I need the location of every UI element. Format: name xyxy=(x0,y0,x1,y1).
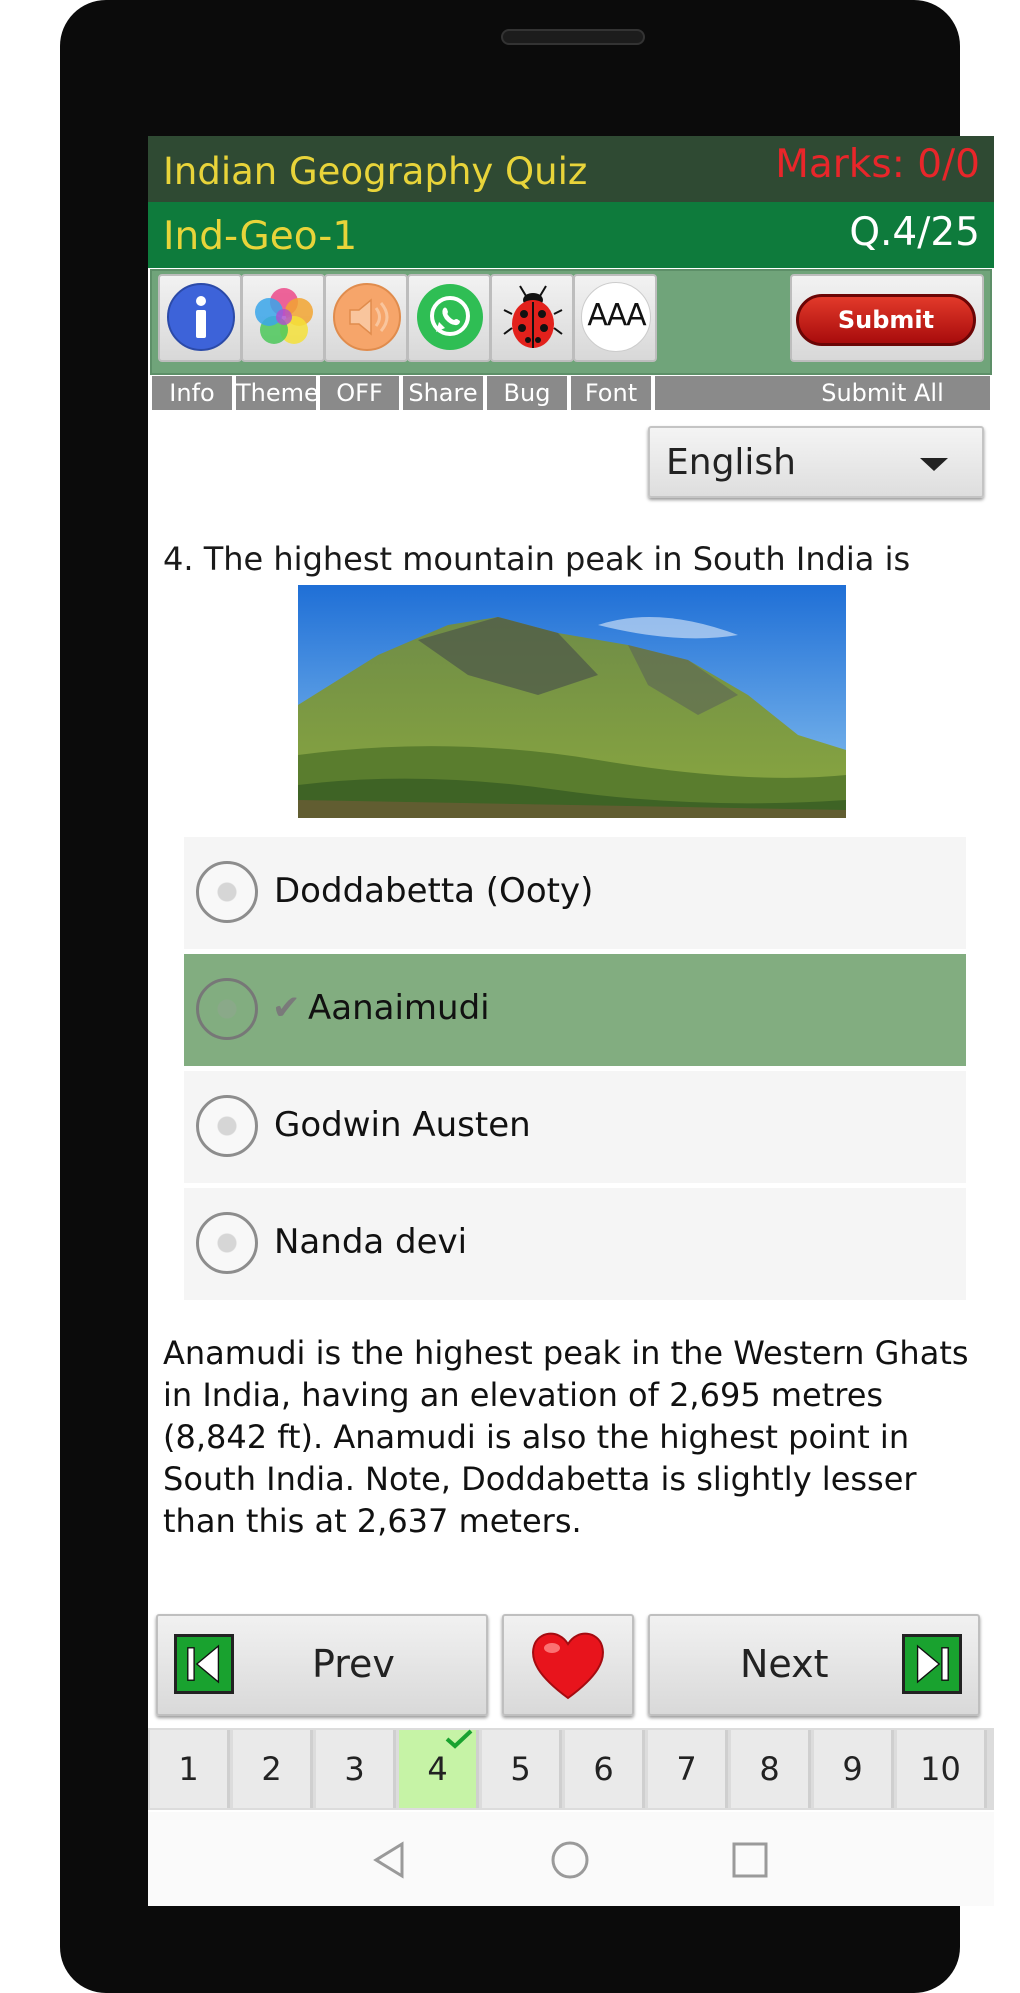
page-4-current[interactable]: 4 xyxy=(399,1729,479,1808)
radio-button[interactable] xyxy=(196,1212,258,1274)
answer-option-label: Doddabetta (Ooty) xyxy=(274,871,594,911)
prev-label: Prev xyxy=(312,1642,395,1686)
back-icon[interactable] xyxy=(370,1840,410,1880)
dropdown-caret-icon xyxy=(920,458,948,471)
page-10[interactable]: 10 xyxy=(897,1730,987,1808)
page-4-label: 4 xyxy=(427,1750,448,1788)
bug-report-button[interactable] xyxy=(490,274,574,362)
page-2[interactable]: 2 xyxy=(233,1730,313,1808)
checkmark-icon: ✔ xyxy=(272,988,301,1028)
phone-frame: Indian Geography Quiz Marks: 0/0 Ind-Geo… xyxy=(60,0,994,1993)
answer-option-2-selected[interactable]: ✔ Aanaimudi xyxy=(184,954,966,1066)
marks-counter: Marks: 0/0 xyxy=(775,142,980,187)
favorite-button[interactable] xyxy=(502,1614,634,1716)
sound-toggle-button[interactable] xyxy=(324,274,408,362)
radio-button[interactable] xyxy=(196,861,258,923)
page-5[interactable]: 5 xyxy=(482,1730,562,1808)
app-screen: Indian Geography Quiz Marks: 0/0 Ind-Geo… xyxy=(148,136,994,1906)
quiz-id: Ind-Geo-1 xyxy=(163,214,358,259)
ladybug-icon xyxy=(503,285,563,348)
answer-option-label: Nanda devi xyxy=(274,1222,468,1262)
question-text: 4. The highest mountain peak in South In… xyxy=(163,540,911,578)
home-icon[interactable] xyxy=(550,1840,590,1880)
quiz-info-bar: Ind-Geo-1 Q.4/25 xyxy=(148,202,994,268)
skip-next-icon xyxy=(902,1634,962,1694)
system-navigation-bar xyxy=(148,1812,994,1906)
answer-option-label: Godwin Austen xyxy=(274,1105,531,1145)
submit-button[interactable]: Submit xyxy=(796,294,976,346)
page-6[interactable]: 6 xyxy=(565,1730,645,1808)
share-label: Share xyxy=(403,376,483,410)
phone-speaker xyxy=(501,29,645,45)
info-button[interactable] xyxy=(158,274,242,362)
radio-button[interactable] xyxy=(196,978,258,1040)
submit-tool-cell: Submit xyxy=(790,274,984,362)
font-size-button[interactable]: AAA xyxy=(573,274,657,362)
heart-icon xyxy=(532,1632,604,1700)
info-icon xyxy=(167,283,235,351)
sound-label: OFF xyxy=(320,376,399,410)
recents-icon[interactable] xyxy=(730,1840,770,1880)
toolbar: AAA Submit xyxy=(150,269,992,375)
font-icon-text: AAA xyxy=(587,298,646,333)
answer-option-3[interactable]: Godwin Austen xyxy=(184,1071,966,1183)
question-image-mountain xyxy=(298,585,846,818)
font-size-icon: AAA xyxy=(581,282,651,352)
prev-button[interactable]: Prev xyxy=(156,1614,488,1716)
language-selected: English xyxy=(666,442,796,483)
page-9[interactable]: 9 xyxy=(814,1730,894,1808)
answer-option-4[interactable]: Nanda devi xyxy=(184,1188,966,1300)
font-label: Font xyxy=(571,376,651,410)
answer-option-label: Aanaimudi xyxy=(308,988,490,1028)
info-label: Info xyxy=(152,376,232,410)
title-bar: Indian Geography Quiz Marks: 0/0 xyxy=(148,136,994,202)
page-1[interactable]: 1 xyxy=(150,1730,230,1808)
question-pager: 1 2 3 4 5 6 7 8 9 10 xyxy=(148,1728,994,1810)
app-title: Indian Geography Quiz xyxy=(163,150,588,193)
page-3[interactable]: 3 xyxy=(316,1730,396,1808)
whatsapp-icon xyxy=(417,284,483,350)
page-8[interactable]: 8 xyxy=(731,1730,811,1808)
answer-option-1[interactable]: Doddabetta (Ooty) xyxy=(184,837,966,949)
answer-explanation: Anamudi is the highest peak in the Weste… xyxy=(163,1334,969,1540)
theme-label: Theme xyxy=(236,376,319,410)
question-counter: Q.4/25 xyxy=(849,210,980,255)
speaker-icon xyxy=(333,283,401,351)
next-label: Next xyxy=(740,1642,829,1686)
share-button[interactable] xyxy=(407,274,491,362)
answered-check-icon xyxy=(445,1729,473,1749)
language-select[interactable]: English xyxy=(648,426,984,498)
submit-all-label: Submit All xyxy=(655,376,990,410)
page-7[interactable]: 7 xyxy=(648,1730,728,1808)
mountain-landscape-image xyxy=(298,585,846,818)
skip-previous-icon xyxy=(174,1634,234,1694)
bug-label: Bug xyxy=(487,376,567,410)
theme-palette-icon xyxy=(255,288,313,344)
radio-button[interactable] xyxy=(196,1095,258,1157)
next-button[interactable]: Next xyxy=(648,1614,980,1716)
theme-button[interactable] xyxy=(241,274,325,362)
